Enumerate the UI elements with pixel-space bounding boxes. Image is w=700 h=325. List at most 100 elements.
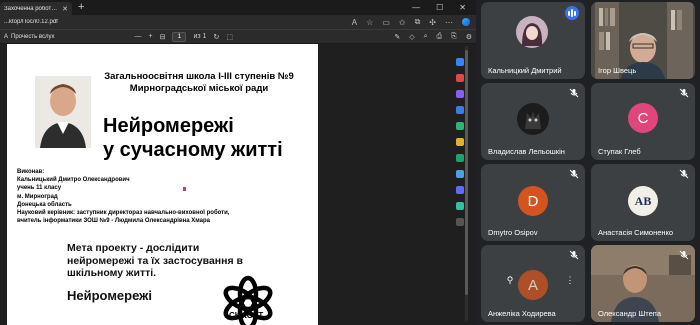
author-line: м. Мирноград <box>17 193 58 200</box>
author-line: Науковий керівник: заступник директораз … <box>17 210 230 217</box>
participant-tile[interactable]: A ⚲ ⋮ Анжеліка Ходирева <box>481 245 585 322</box>
page-count: из 1 <box>193 33 207 40</box>
read-aloud-label: Прочесть вслух <box>11 33 55 40</box>
tab-title: Захоченна робота на 12.10.23 © <box>4 5 59 12</box>
more-options-icon[interactable]: ⋮ <box>561 271 579 289</box>
participant-name: Анжеліка Ходирева <box>488 309 556 318</box>
participant-tile[interactable]: Ігор Швець <box>591 2 695 79</box>
shopping-icon[interactable] <box>456 74 464 82</box>
outlook-icon[interactable] <box>456 138 464 146</box>
address-bar: ...ktop/Посл0.12.pdf A ☆ ▭ ✩ ⧉ ✣ ⋯ <box>0 15 476 30</box>
tab-bar: Захоченна робота на 12.10.23 © ✕ + — ☐ ✕ <box>0 0 476 15</box>
participant-tile[interactable]: D Dmytro Osipov <box>481 164 585 241</box>
search-sidebar-icon[interactable] <box>456 58 464 66</box>
title-line-2: у сучасному житті <box>103 139 283 161</box>
participant-tile[interactable]: AB Анастасія Симоненко <box>591 164 695 241</box>
author-photo <box>35 76 91 148</box>
shared-browser-window: Захоченна робота на 12.10.23 © ✕ + — ☐ ✕… <box>0 0 476 325</box>
rotate-icon[interactable]: ↻ <box>213 33 219 41</box>
fit-page-icon[interactable]: ⊟ <box>160 33 166 41</box>
window-controls: — ☐ ✕ <box>412 3 476 12</box>
author-line: вчитель інформатики ЗОШ №9 - Людмила Оле… <box>17 218 210 225</box>
window-close-icon[interactable]: ✕ <box>459 3 466 12</box>
save-icon[interactable]: ⎘ <box>451 33 457 41</box>
school-name: Загальноосвітня школа І-ІІІ ступенів №9 … <box>99 71 299 95</box>
tools-icon[interactable] <box>456 90 464 98</box>
participant-tile[interactable]: Владислав Лельошкін <box>481 83 585 160</box>
office-icon[interactable] <box>456 122 464 130</box>
browser-tab[interactable]: Захоченна робота на 12.10.23 © ✕ <box>0 2 72 15</box>
author-line: Донецька область <box>17 201 72 208</box>
search-icon[interactable]: ⌕ <box>424 33 428 41</box>
participant-tile[interactable]: Кальницкий Дмитрий <box>481 2 585 79</box>
erase-icon[interactable]: ◇ <box>409 33 414 41</box>
settings-more-icon[interactable]: ⋯ <box>445 18 453 27</box>
slide-title: Нейромережі у сучасному житті <box>103 114 283 162</box>
url-field[interactable]: ...ktop/Посл0.12.pdf <box>4 19 352 25</box>
participant-name: Владислав Лельошкін <box>488 147 565 156</box>
draw-icon[interactable]: ✎ <box>394 33 400 41</box>
new-tab-icon[interactable]: + <box>78 2 84 13</box>
footer-word: Нейромережі <box>67 288 152 303</box>
mic-off-icon <box>569 88 579 98</box>
drop-icon[interactable] <box>456 154 464 162</box>
mic-off-icon <box>679 250 689 260</box>
mic-off-icon <box>679 88 689 98</box>
avatar: C <box>628 103 658 133</box>
teams-icon[interactable] <box>456 186 464 194</box>
pin-icon[interactable]: ⚲ <box>501 271 519 289</box>
participant-name: Кальницкий Дмитрий <box>488 66 562 75</box>
close-tab-icon[interactable]: ✕ <box>62 5 68 13</box>
participant-name: Анастасія Симоненко <box>598 228 674 237</box>
split-screen-icon[interactable]: ▭ <box>382 18 390 27</box>
pdf-settings-icon[interactable]: ⚙ <box>466 33 472 41</box>
page-number-input[interactable]: 1 <box>172 31 187 42</box>
print-icon[interactable]: ⎙ <box>437 33 443 41</box>
read-aloud-icon[interactable]: A <box>352 18 357 27</box>
mouse-pointer <box>183 187 186 191</box>
collections-icon[interactable]: ⧉ <box>415 17 421 27</box>
favorites-icon[interactable]: ✩ <box>399 18 406 27</box>
page-view-icon[interactable]: ⬚ <box>226 33 233 41</box>
participant-tile[interactable]: C Ступак Глеб <box>591 83 695 160</box>
tile-hover-controls: ⚲ ⋮ <box>501 271 579 289</box>
favorite-star-icon[interactable]: ☆ <box>366 18 373 27</box>
participant-name: Ігор Швець <box>598 66 637 75</box>
add-sidebar-icon[interactable] <box>456 218 464 226</box>
goal-line: Мета проекту - дослідити <box>67 242 200 254</box>
goal-line: нейромережі та їх застосування в <box>67 254 243 267</box>
extensions-icon[interactable]: ✣ <box>429 18 436 27</box>
school-line-2: Мирноградської міської ради <box>129 83 269 94</box>
pdf-center-controls: — + ⊟ 1 из 1 ↻ ⬚ <box>135 31 233 42</box>
school-line-1: Загальноосвітня школа І-ІІІ ступенів №9 <box>104 71 294 82</box>
author-line: учень 11 класу <box>17 185 62 192</box>
pdf-toolbar: A Прочесть вслух — + ⊟ 1 из 1 ↻ ⬚ ✎ ◇ ⌕ … <box>0 30 476 44</box>
speaker-icon: A <box>4 33 9 40</box>
goal-line: шкільному житті. <box>67 267 157 279</box>
chatgpt-label: ChatGPT <box>229 311 264 320</box>
games-icon[interactable] <box>456 106 464 114</box>
maximize-icon[interactable]: ☐ <box>436 3 443 12</box>
scrollbar-thumb[interactable] <box>465 50 468 295</box>
author-line: Виконав: <box>17 169 45 175</box>
scrollbar[interactable] <box>465 46 468 321</box>
author-line: Кальницький Дмитро Олександрович <box>17 177 130 184</box>
zoom-in-icon[interactable]: + <box>149 33 153 40</box>
avatar: AB <box>628 186 658 216</box>
mic-off-icon <box>569 250 579 260</box>
participant-name: Dmytro Osipov <box>488 228 538 237</box>
avatar <box>517 103 549 135</box>
participant-name: Олександр Штепа <box>598 309 661 318</box>
read-aloud-button[interactable]: A Прочесть вслух <box>4 34 55 40</box>
project-goal: Мета проекту - дослідити нейромережі та … <box>67 242 243 280</box>
participant-tile[interactable]: Олександр Штепа <box>591 245 695 322</box>
speaking-indicator-icon <box>565 6 579 20</box>
participants-grid: Кальницкий Дмитрий Ігор Швець Владислав … <box>476 0 700 325</box>
designer-icon[interactable] <box>456 170 464 178</box>
mic-off-icon <box>679 169 689 179</box>
participant-name: Ступак Глеб <box>598 147 641 156</box>
minimize-icon[interactable]: — <box>412 3 420 12</box>
copilot-icon[interactable] <box>462 18 470 26</box>
app-icon[interactable] <box>456 202 464 210</box>
zoom-out-icon[interactable]: — <box>135 33 142 40</box>
